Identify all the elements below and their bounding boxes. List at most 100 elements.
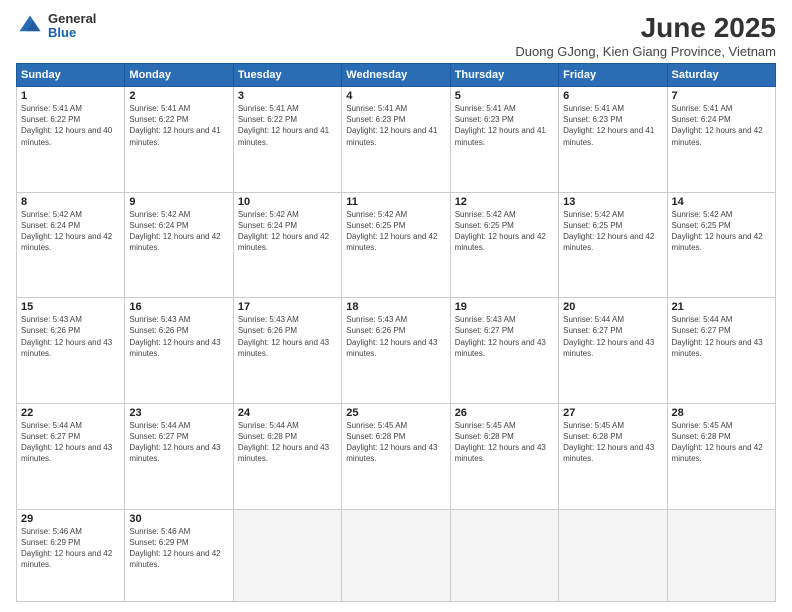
day-number: 16 bbox=[129, 301, 228, 313]
day-number: 25 bbox=[346, 407, 445, 419]
day-info: Sunrise: 5:45 AM Sunset: 6:28 PM Dayligh… bbox=[672, 420, 771, 465]
day-info: Sunrise: 5:42 AM Sunset: 6:24 PM Dayligh… bbox=[129, 209, 228, 254]
day-number: 13 bbox=[563, 196, 662, 208]
day-info: Sunrise: 5:44 AM Sunset: 6:27 PM Dayligh… bbox=[672, 314, 771, 359]
day-info: Sunrise: 5:44 AM Sunset: 6:27 PM Dayligh… bbox=[21, 420, 120, 465]
calendar-week-row: 29 Sunrise: 5:46 AM Sunset: 6:29 PM Dayli… bbox=[17, 509, 776, 601]
day-info: Sunrise: 5:41 AM Sunset: 6:22 PM Dayligh… bbox=[238, 103, 337, 148]
calendar-weekday-tuesday: Tuesday bbox=[233, 64, 341, 87]
day-number: 24 bbox=[238, 407, 337, 419]
day-info: Sunrise: 5:43 AM Sunset: 6:26 PM Dayligh… bbox=[21, 314, 120, 359]
calendar-day-cell bbox=[342, 509, 450, 601]
day-info: Sunrise: 5:43 AM Sunset: 6:26 PM Dayligh… bbox=[346, 314, 445, 359]
calendar-day-cell: 11Sunrise: 5:42 AM Sunset: 6:25 PM Dayli… bbox=[342, 192, 450, 298]
day-number: 3 bbox=[238, 90, 337, 102]
day-info: Sunrise: 5:41 AM Sunset: 6:23 PM Dayligh… bbox=[455, 103, 554, 148]
day-info: Sunrise: 5:46 AM Sunset: 6:29 PM Dayligh… bbox=[129, 526, 228, 571]
calendar-header-row: SundayMondayTuesdayWednesdayThursdayFrid… bbox=[17, 64, 776, 87]
calendar-day-cell: 29Sunrise: 5:46 AM Sunset: 6:29 PM Dayli… bbox=[17, 509, 125, 601]
day-number: 22 bbox=[21, 407, 120, 419]
day-info: Sunrise: 5:42 AM Sunset: 6:25 PM Dayligh… bbox=[672, 209, 771, 254]
calendar-day-cell: 18Sunrise: 5:43 AM Sunset: 6:26 PM Dayli… bbox=[342, 298, 450, 404]
day-number: 20 bbox=[563, 301, 662, 313]
calendar-table: SundayMondayTuesdayWednesdayThursdayFrid… bbox=[16, 63, 776, 602]
calendar-week-row: 22Sunrise: 5:44 AM Sunset: 6:27 PM Dayli… bbox=[17, 403, 776, 509]
day-info: Sunrise: 5:45 AM Sunset: 6:28 PM Dayligh… bbox=[346, 420, 445, 465]
day-number: 2 bbox=[129, 90, 228, 102]
day-info: Sunrise: 5:44 AM Sunset: 6:27 PM Dayligh… bbox=[129, 420, 228, 465]
calendar-day-cell: 7Sunrise: 5:41 AM Sunset: 6:24 PM Daylig… bbox=[667, 87, 775, 193]
calendar-day-cell bbox=[559, 509, 667, 601]
calendar-week-row: 15Sunrise: 5:43 AM Sunset: 6:26 PM Dayli… bbox=[17, 298, 776, 404]
calendar-day-cell: 2Sunrise: 5:41 AM Sunset: 6:22 PM Daylig… bbox=[125, 87, 233, 193]
day-number: 4 bbox=[346, 90, 445, 102]
calendar-day-cell: 21Sunrise: 5:44 AM Sunset: 6:27 PM Dayli… bbox=[667, 298, 775, 404]
calendar-day-cell: 1Sunrise: 5:41 AM Sunset: 6:22 PM Daylig… bbox=[17, 87, 125, 193]
calendar-day-cell: 26Sunrise: 5:45 AM Sunset: 6:28 PM Dayli… bbox=[450, 403, 558, 509]
day-number: 10 bbox=[238, 196, 337, 208]
calendar-day-cell: 28Sunrise: 5:45 AM Sunset: 6:28 PM Dayli… bbox=[667, 403, 775, 509]
day-info: Sunrise: 5:43 AM Sunset: 6:26 PM Dayligh… bbox=[238, 314, 337, 359]
calendar-weekday-monday: Monday bbox=[125, 64, 233, 87]
calendar-day-cell: 10Sunrise: 5:42 AM Sunset: 6:24 PM Dayli… bbox=[233, 192, 341, 298]
calendar-day-cell: 20Sunrise: 5:44 AM Sunset: 6:27 PM Dayli… bbox=[559, 298, 667, 404]
calendar-day-cell: 17Sunrise: 5:43 AM Sunset: 6:26 PM Dayli… bbox=[233, 298, 341, 404]
calendar-day-cell: 8Sunrise: 5:42 AM Sunset: 6:24 PM Daylig… bbox=[17, 192, 125, 298]
calendar-day-cell: 6Sunrise: 5:41 AM Sunset: 6:23 PM Daylig… bbox=[559, 87, 667, 193]
calendar-week-row: 8Sunrise: 5:42 AM Sunset: 6:24 PM Daylig… bbox=[17, 192, 776, 298]
day-number: 19 bbox=[455, 301, 554, 313]
logo-blue: Blue bbox=[48, 26, 96, 40]
day-number: 17 bbox=[238, 301, 337, 313]
subtitle: Duong GJong, Kien Giang Province, Vietna… bbox=[515, 44, 776, 59]
day-number: 8 bbox=[21, 196, 120, 208]
day-number: 29 bbox=[21, 513, 120, 525]
calendar-day-cell: 23Sunrise: 5:44 AM Sunset: 6:27 PM Dayli… bbox=[125, 403, 233, 509]
day-info: Sunrise: 5:45 AM Sunset: 6:28 PM Dayligh… bbox=[563, 420, 662, 465]
calendar-weekday-saturday: Saturday bbox=[667, 64, 775, 87]
calendar-day-cell: 3Sunrise: 5:41 AM Sunset: 6:22 PM Daylig… bbox=[233, 87, 341, 193]
day-info: Sunrise: 5:41 AM Sunset: 6:23 PM Dayligh… bbox=[563, 103, 662, 148]
page: General Blue June 2025 Duong GJong, Kien… bbox=[0, 0, 792, 612]
day-info: Sunrise: 5:42 AM Sunset: 6:25 PM Dayligh… bbox=[455, 209, 554, 254]
calendar-day-cell bbox=[233, 509, 341, 601]
day-info: Sunrise: 5:43 AM Sunset: 6:27 PM Dayligh… bbox=[455, 314, 554, 359]
day-number: 7 bbox=[672, 90, 771, 102]
day-number: 27 bbox=[563, 407, 662, 419]
calendar-day-cell: 12Sunrise: 5:42 AM Sunset: 6:25 PM Dayli… bbox=[450, 192, 558, 298]
calendar-day-cell: 24Sunrise: 5:44 AM Sunset: 6:28 PM Dayli… bbox=[233, 403, 341, 509]
day-number: 28 bbox=[672, 407, 771, 419]
day-number: 14 bbox=[672, 196, 771, 208]
calendar-day-cell: 4Sunrise: 5:41 AM Sunset: 6:23 PM Daylig… bbox=[342, 87, 450, 193]
day-number: 26 bbox=[455, 407, 554, 419]
day-info: Sunrise: 5:42 AM Sunset: 6:25 PM Dayligh… bbox=[563, 209, 662, 254]
calendar-day-cell: 9Sunrise: 5:42 AM Sunset: 6:24 PM Daylig… bbox=[125, 192, 233, 298]
calendar-day-cell: 27Sunrise: 5:45 AM Sunset: 6:28 PM Dayli… bbox=[559, 403, 667, 509]
calendar-weekday-thursday: Thursday bbox=[450, 64, 558, 87]
day-number: 30 bbox=[129, 513, 228, 525]
calendar-day-cell: 16Sunrise: 5:43 AM Sunset: 6:26 PM Dayli… bbox=[125, 298, 233, 404]
day-info: Sunrise: 5:42 AM Sunset: 6:24 PM Dayligh… bbox=[21, 209, 120, 254]
day-info: Sunrise: 5:41 AM Sunset: 6:22 PM Dayligh… bbox=[21, 103, 120, 148]
day-number: 21 bbox=[672, 301, 771, 313]
calendar-week-row: 1Sunrise: 5:41 AM Sunset: 6:22 PM Daylig… bbox=[17, 87, 776, 193]
logo-text: General Blue bbox=[48, 12, 96, 41]
header: General Blue June 2025 Duong GJong, Kien… bbox=[16, 12, 776, 59]
day-info: Sunrise: 5:41 AM Sunset: 6:24 PM Dayligh… bbox=[672, 103, 771, 148]
calendar-day-cell bbox=[450, 509, 558, 601]
calendar-day-cell: 13Sunrise: 5:42 AM Sunset: 6:25 PM Dayli… bbox=[559, 192, 667, 298]
day-number: 23 bbox=[129, 407, 228, 419]
day-info: Sunrise: 5:41 AM Sunset: 6:23 PM Dayligh… bbox=[346, 103, 445, 148]
day-number: 11 bbox=[346, 196, 445, 208]
logo-general: General bbox=[48, 12, 96, 26]
calendar-day-cell: 19Sunrise: 5:43 AM Sunset: 6:27 PM Dayli… bbox=[450, 298, 558, 404]
calendar-day-cell: 30Sunrise: 5:46 AM Sunset: 6:29 PM Dayli… bbox=[125, 509, 233, 601]
day-number: 12 bbox=[455, 196, 554, 208]
day-info: Sunrise: 5:44 AM Sunset: 6:27 PM Dayligh… bbox=[563, 314, 662, 359]
calendar-day-cell: 22Sunrise: 5:44 AM Sunset: 6:27 PM Dayli… bbox=[17, 403, 125, 509]
day-number: 1 bbox=[21, 90, 120, 102]
day-number: 18 bbox=[346, 301, 445, 313]
day-number: 6 bbox=[563, 90, 662, 102]
calendar-weekday-wednesday: Wednesday bbox=[342, 64, 450, 87]
main-title: June 2025 bbox=[515, 12, 776, 44]
calendar-weekday-friday: Friday bbox=[559, 64, 667, 87]
